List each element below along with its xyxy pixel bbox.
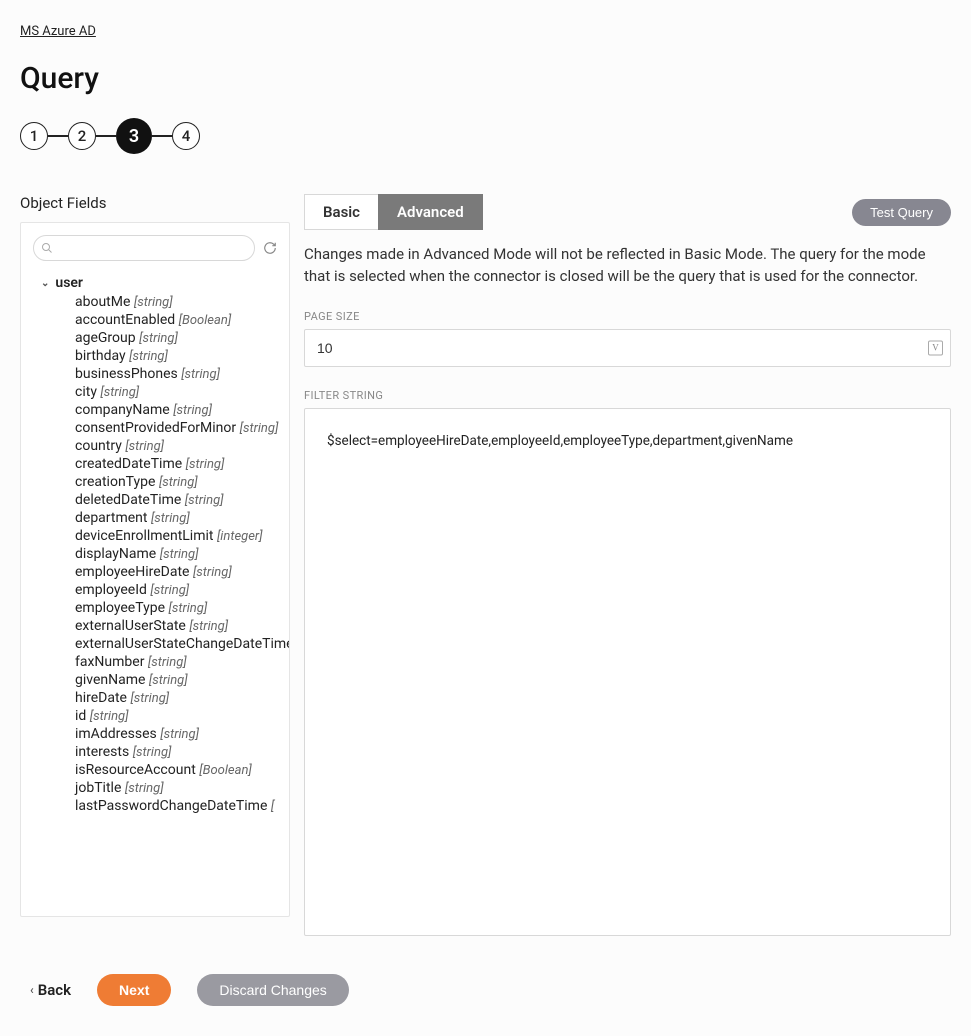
step-3[interactable]: 3 xyxy=(116,118,152,154)
step-connector xyxy=(96,135,116,137)
field-item[interactable]: employeeType [string] xyxy=(75,599,289,617)
field-item[interactable]: accountEnabled [Boolean] xyxy=(75,311,289,329)
tree-root-user[interactable]: ⌄ user xyxy=(41,275,289,291)
numeric-badge-icon: V xyxy=(928,340,943,355)
field-item[interactable]: externalUserStateChangeDateTime xyxy=(75,635,289,653)
page-size-label: PAGE SIZE xyxy=(304,310,951,323)
filter-string-label: FILTER STRING xyxy=(304,389,951,402)
field-item[interactable]: imAddresses [string] xyxy=(75,725,289,743)
object-fields-label: Object Fields xyxy=(20,194,290,212)
field-item[interactable]: externalUserState [string] xyxy=(75,617,289,635)
field-item[interactable]: createdDateTime [string] xyxy=(75,455,289,473)
field-item[interactable]: hireDate [string] xyxy=(75,689,289,707)
field-item[interactable]: displayName [string] xyxy=(75,545,289,563)
field-item[interactable]: isResourceAccount [Boolean] xyxy=(75,761,289,779)
field-item[interactable]: employeeId [string] xyxy=(75,581,289,599)
back-label: Back xyxy=(38,981,71,999)
field-item[interactable]: companyName [string] xyxy=(75,401,289,419)
field-item[interactable]: interests [string] xyxy=(75,743,289,761)
field-list: aboutMe [string]accountEnabled [Boolean]… xyxy=(75,293,289,815)
field-item[interactable]: aboutMe [string] xyxy=(75,293,289,311)
field-item[interactable]: country [string] xyxy=(75,437,289,455)
field-item[interactable]: deviceEnrollmentLimit [integer] xyxy=(75,527,289,545)
next-button[interactable]: Next xyxy=(97,974,171,1006)
discard-button[interactable]: Discard Changes xyxy=(197,974,348,1006)
field-item[interactable]: city [string] xyxy=(75,383,289,401)
field-item[interactable]: givenName [string] xyxy=(75,671,289,689)
field-item[interactable]: creationType [string] xyxy=(75,473,289,491)
chevron-down-icon: ⌄ xyxy=(41,278,49,289)
filter-string-input[interactable] xyxy=(304,408,951,936)
chevron-left-icon: ‹ xyxy=(30,983,34,997)
page-size-input[interactable] xyxy=(304,329,951,367)
step-connector xyxy=(152,135,172,137)
back-button[interactable]: ‹ Back xyxy=(30,981,71,999)
query-mode-tabs: Basic Advanced xyxy=(304,194,483,230)
field-item[interactable]: ageGroup [string] xyxy=(75,329,289,347)
field-item[interactable]: lastPasswordChangeDateTime [ xyxy=(75,797,289,815)
tab-basic[interactable]: Basic xyxy=(304,194,378,230)
step-connector xyxy=(48,135,68,137)
step-2[interactable]: 2 xyxy=(68,122,96,150)
step-1[interactable]: 1 xyxy=(20,122,48,150)
field-item[interactable]: department [string] xyxy=(75,509,289,527)
test-query-button[interactable]: Test Query xyxy=(852,199,951,226)
tab-advanced[interactable]: Advanced xyxy=(378,194,483,230)
field-item[interactable]: id [string] xyxy=(75,707,289,725)
field-item[interactable]: faxNumber [string] xyxy=(75,653,289,671)
field-item[interactable]: employeeHireDate [string] xyxy=(75,563,289,581)
field-item[interactable]: deletedDateTime [string] xyxy=(75,491,289,509)
search-icon xyxy=(41,242,53,254)
stepper: 1234 xyxy=(20,118,951,154)
mode-info-text: Changes made in Advanced Mode will not b… xyxy=(304,244,951,288)
breadcrumb-link[interactable]: MS Azure AD xyxy=(20,24,96,39)
tree-root-label: user xyxy=(55,275,83,291)
field-item[interactable]: jobTitle [string] xyxy=(75,779,289,797)
field-item[interactable]: consentProvidedForMinor [string] xyxy=(75,419,289,437)
field-search-input[interactable] xyxy=(33,235,255,261)
object-fields-panel: ⌄ user aboutMe [string]accountEnabled [B… xyxy=(20,222,290,917)
step-4[interactable]: 4 xyxy=(172,122,200,150)
field-item[interactable]: businessPhones [string] xyxy=(75,365,289,383)
refresh-icon[interactable] xyxy=(263,241,277,255)
page-title: Query xyxy=(20,61,951,96)
field-item[interactable]: birthday [string] xyxy=(75,347,289,365)
